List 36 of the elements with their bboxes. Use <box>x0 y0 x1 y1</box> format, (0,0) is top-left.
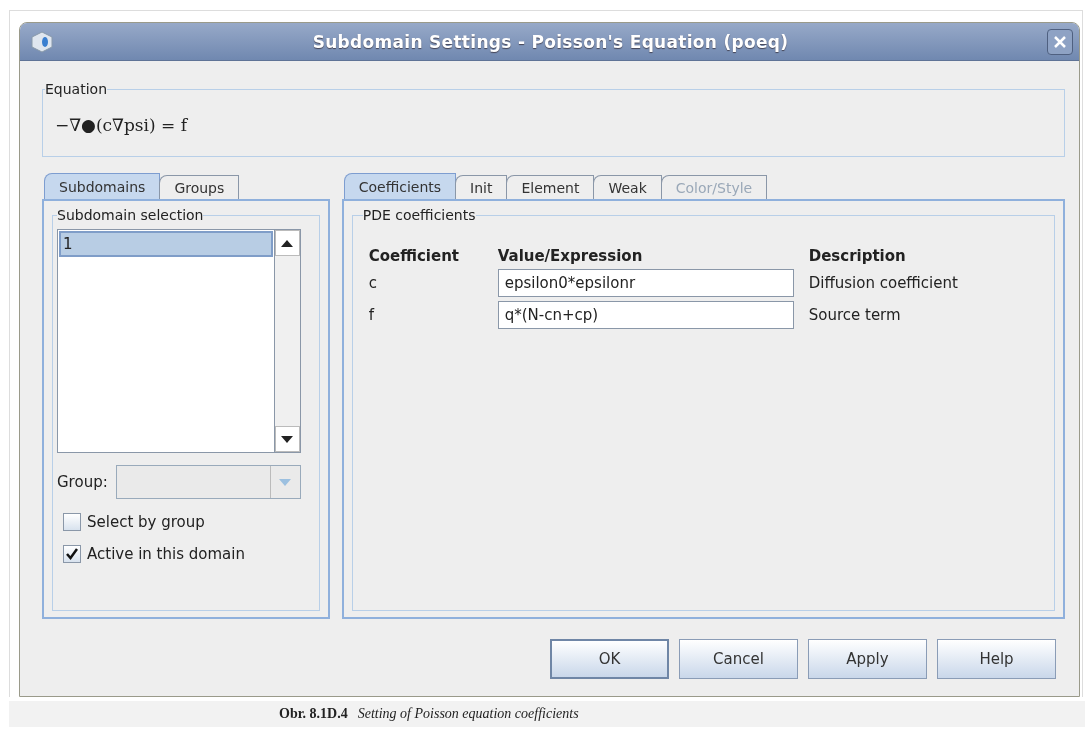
dialog-button[interactable]: Apply <box>808 639 927 679</box>
group-title: Subdomain selection <box>57 207 204 223</box>
tab[interactable]: Init <box>455 175 508 199</box>
cube-icon <box>30 29 54 54</box>
scrollbar[interactable] <box>273 230 300 452</box>
checkbox-option[interactable]: Select by group <box>63 513 301 531</box>
column-header: Description <box>808 247 907 265</box>
tab[interactable]: Subdomains <box>44 173 161 199</box>
list-item[interactable]: 1 <box>59 231 273 257</box>
expression-field[interactable]: epsilon0*epsilonr <box>497 269 794 297</box>
tab[interactable]: Coefficients <box>343 173 457 199</box>
dialog-button[interactable]: Cancel <box>679 639 798 679</box>
checkbox[interactable] <box>63 513 81 531</box>
description-text: Source term <box>808 306 902 324</box>
checkbox-option[interactable]: Active in this domain <box>63 545 301 563</box>
window-title: Subdomain Settings - Poisson's Equation (poeq) <box>311 31 790 52</box>
checkbox[interactable] <box>63 545 81 563</box>
coefficient-name: c <box>368 274 378 292</box>
column-header: Coefficient <box>368 247 460 265</box>
group-title: Equation <box>45 81 107 97</box>
close-icon <box>1053 34 1067 49</box>
figure-caption: Obr. 8.1D.4 Setting of Poisson equation coefficients <box>9 701 1085 727</box>
dropdown-arrow-icon <box>279 478 292 486</box>
equation-formula: −∇●(c∇psi) = f <box>55 115 189 135</box>
tab[interactable]: Groups <box>159 175 240 199</box>
coefficient-name: f <box>368 306 376 324</box>
dialog-button[interactable]: Help <box>937 639 1056 679</box>
scroll-down-icon <box>281 435 294 443</box>
expression-field[interactable]: q*(N-cn+cp) <box>497 301 794 329</box>
description-text: Diffusion coefficient <box>808 274 959 292</box>
dialog-button[interactable]: OK <box>550 639 669 679</box>
close-button[interactable] <box>1047 28 1073 55</box>
column-header: Value/Expression <box>497 247 644 265</box>
scroll-up-icon <box>281 239 294 247</box>
group-label: Group: <box>57 473 108 491</box>
group-title: PDE coefficients <box>362 207 476 223</box>
